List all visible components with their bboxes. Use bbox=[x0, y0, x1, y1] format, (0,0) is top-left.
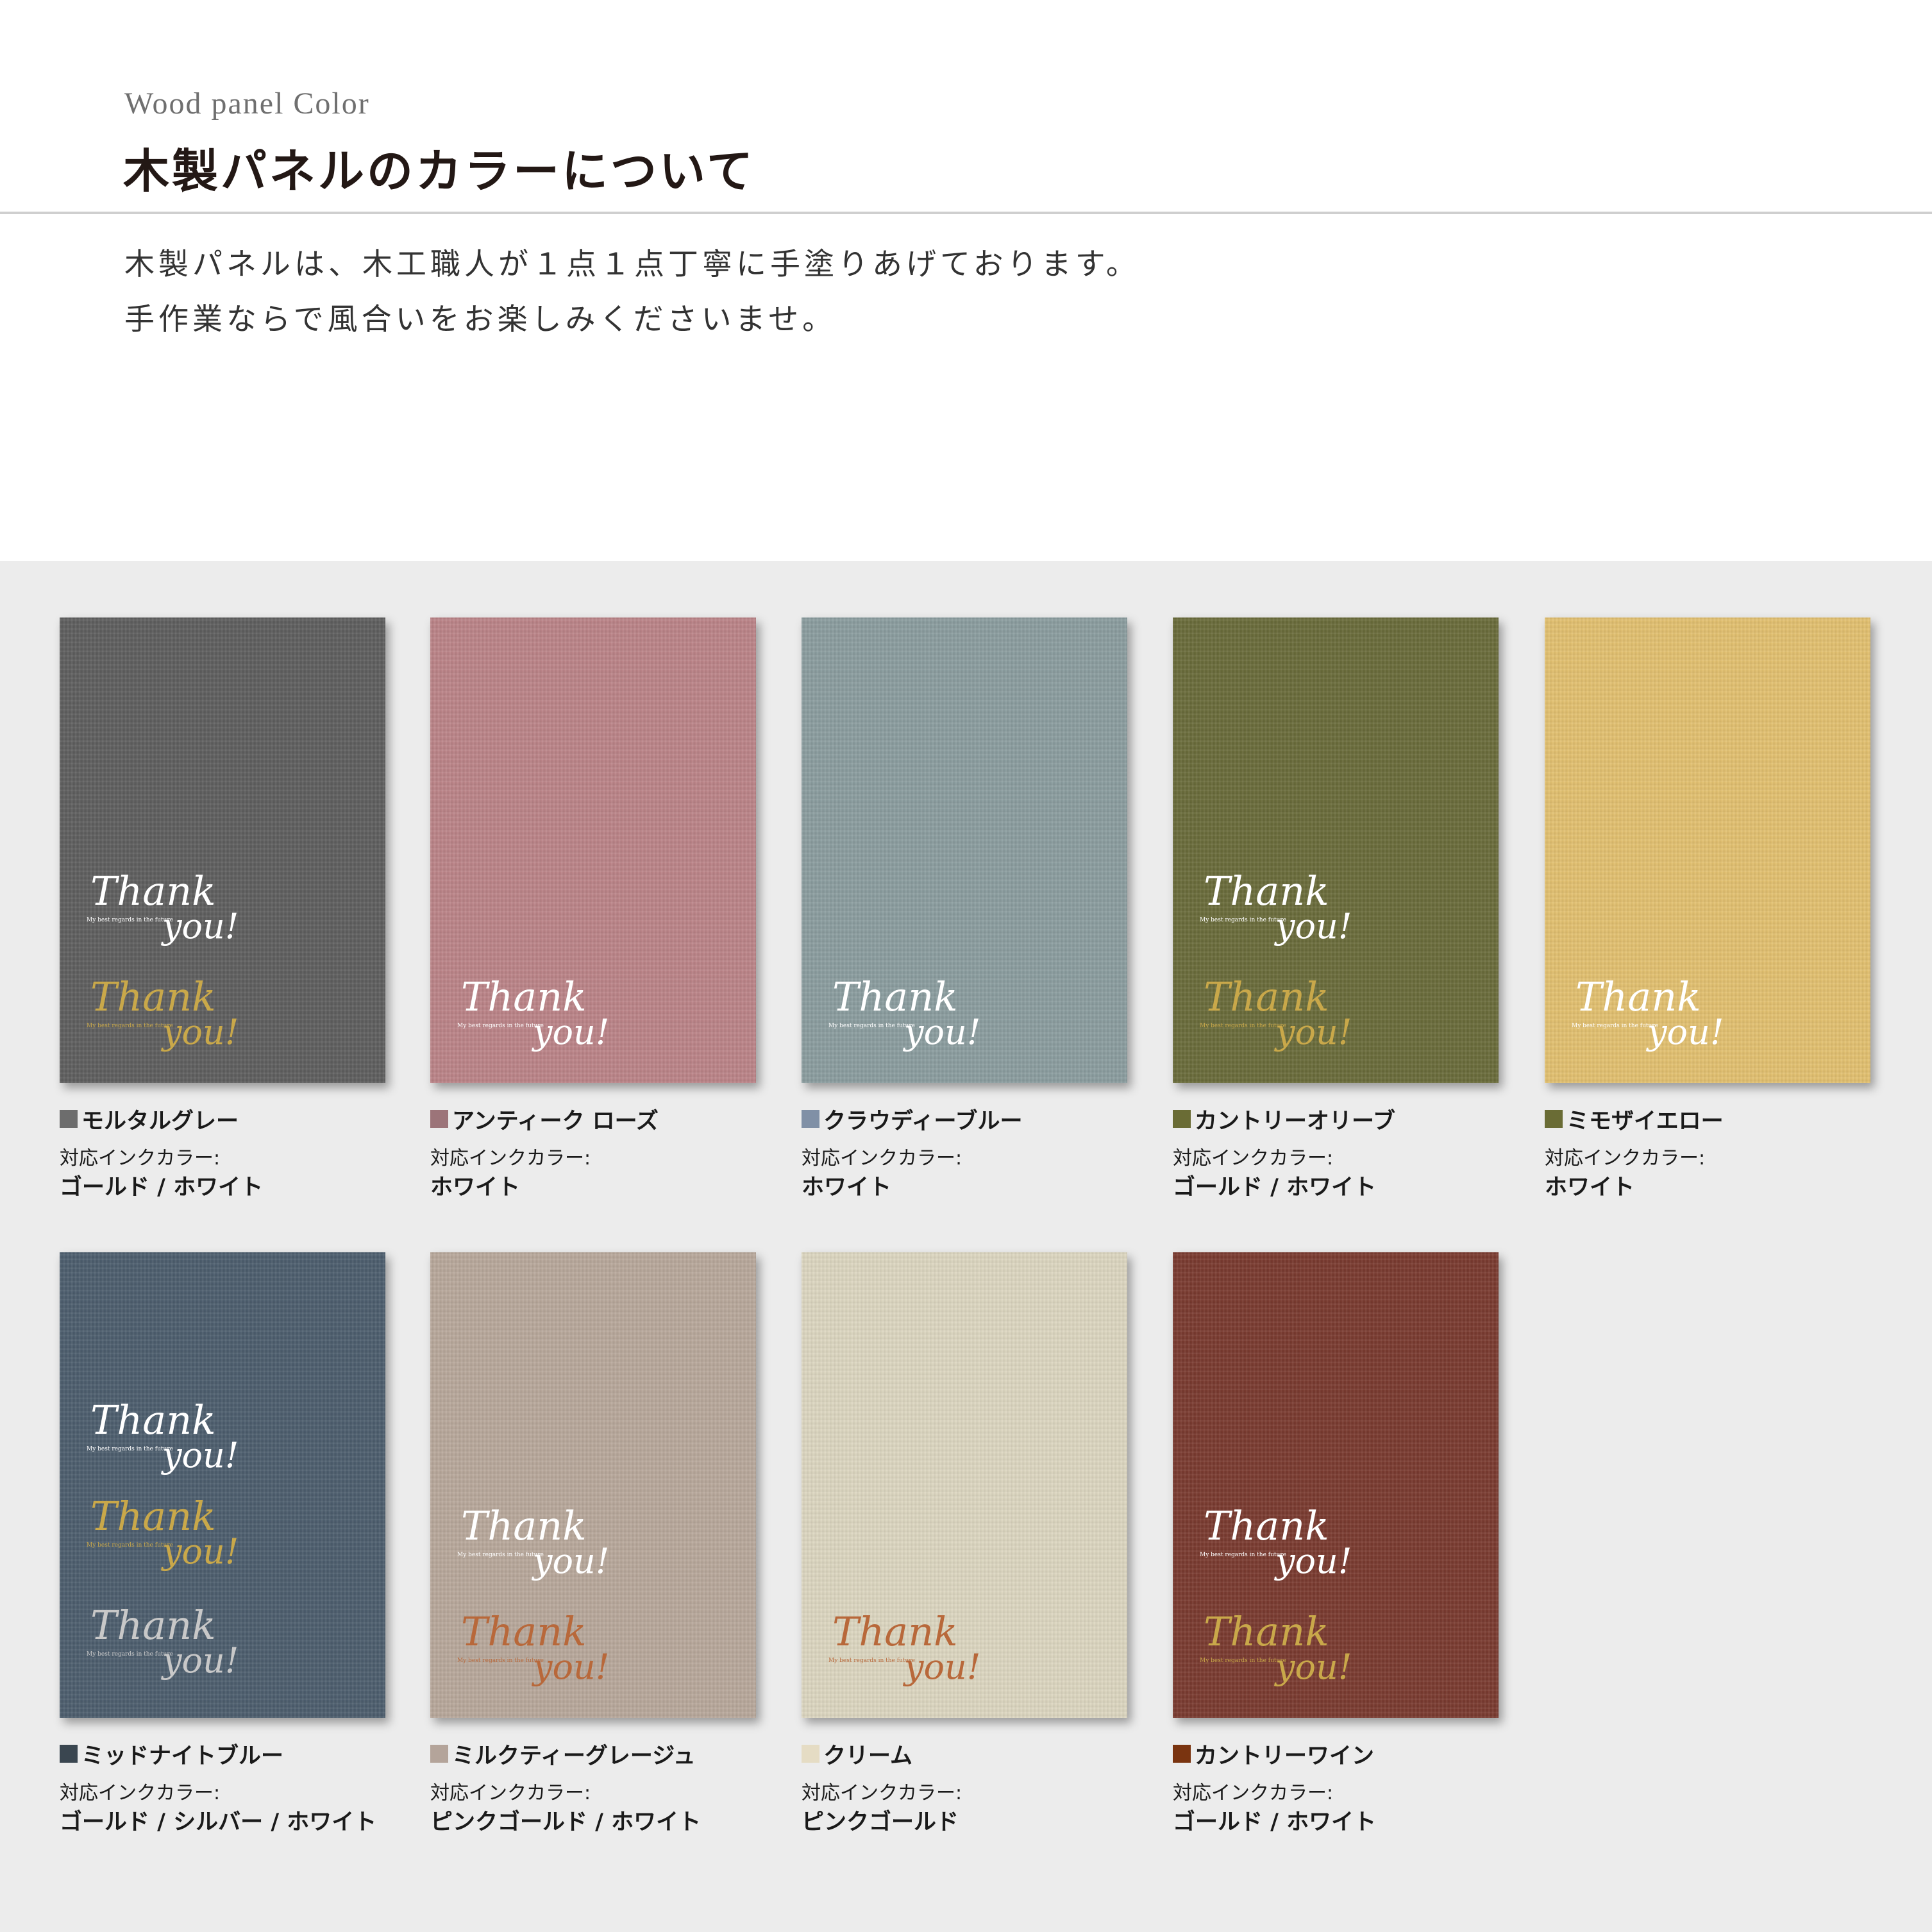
ink-color-values: ゴールド / ホワイト bbox=[1173, 1175, 1377, 1200]
wood-panel-image: Thank you! My best regards in the future Th… bbox=[430, 1252, 756, 1718]
ink-color-label: 対応インクカラー: bbox=[1173, 1147, 1334, 1170]
section-subtitle: Wood panel Color bbox=[124, 87, 370, 121]
description-line: 手作業ならで風合いをお楽しみくださいませ。 bbox=[124, 302, 837, 337]
ink-color-values: ピンクゴールド bbox=[802, 1810, 959, 1835]
color-swatch bbox=[430, 1110, 448, 1128]
thank-you-print: Thank you! My best regards in the future bbox=[456, 973, 623, 1057]
thank-you-print: Thank you! My best regards in the future bbox=[456, 1502, 623, 1586]
thank-you-print: Thank you! My best regards in the future bbox=[827, 973, 994, 1057]
wood-panel-image: Thank you! My best regards in the future bbox=[1545, 617, 1870, 1083]
color-name: カントリーオリーブ bbox=[1195, 1108, 1395, 1134]
ink-color-label: 対応インクカラー: bbox=[60, 1147, 221, 1170]
color-name: ミッドナイトブルー bbox=[81, 1743, 284, 1769]
wood-panel-image: Thank you! My best regards in the future bbox=[802, 617, 1127, 1083]
ink-color-values: ホワイト bbox=[802, 1175, 892, 1200]
svg-text:My best regards in the future: My best regards in the future bbox=[457, 1658, 544, 1664]
svg-text:My best regards in the future: My best regards in the future bbox=[1200, 1552, 1286, 1558]
ink-color-values: ホワイト bbox=[430, 1175, 521, 1200]
svg-text:you!: you! bbox=[1274, 1541, 1352, 1581]
thank-you-print: Thank you! My best regards in the future bbox=[1198, 973, 1365, 1057]
svg-text:you!: you! bbox=[161, 1435, 239, 1475]
svg-text:My best regards in the future: My best regards in the future bbox=[1200, 917, 1286, 923]
svg-text:you!: you! bbox=[1274, 1647, 1352, 1687]
color-name: ミルクティーグレージュ bbox=[452, 1743, 696, 1769]
thank-you-print: Thank you! My best regards in the future bbox=[85, 868, 252, 951]
color-name: アンティーク ローズ bbox=[452, 1108, 659, 1134]
color-swatch bbox=[60, 1110, 78, 1128]
thank-you-print: Thank you! My best regards in the future bbox=[1198, 1502, 1365, 1586]
svg-text:My best regards in the future: My best regards in the future bbox=[87, 1023, 173, 1029]
description-line: 木製パネルは、木工職人が１点１点丁寧に手塗りあげております。 bbox=[124, 247, 1140, 282]
thank-you-print: Thank you! My best regards in the future bbox=[456, 1608, 623, 1692]
svg-text:you!: you! bbox=[1274, 906, 1352, 946]
ink-color-values: ゴールド / ホワイト bbox=[1173, 1810, 1377, 1835]
ink-color-label: 対応インクカラー: bbox=[1545, 1147, 1706, 1170]
ink-color-label: 対応インクカラー: bbox=[430, 1147, 591, 1170]
svg-text:you!: you! bbox=[903, 1647, 981, 1687]
thank-you-print: Thank you! My best regards in the future bbox=[85, 1397, 252, 1480]
svg-text:My best regards in the future: My best regards in the future bbox=[87, 1542, 173, 1549]
ink-color-label: 対応インクカラー: bbox=[802, 1782, 962, 1804]
divider bbox=[0, 212, 1932, 214]
svg-text:My best regards in the future: My best regards in the future bbox=[1572, 1023, 1658, 1029]
color-swatch bbox=[802, 1745, 819, 1763]
wood-panel-image: Thank you! My best regards in the future Th… bbox=[60, 617, 385, 1083]
svg-text:you!: you! bbox=[1274, 1012, 1352, 1052]
color-name: クリーム bbox=[823, 1743, 912, 1769]
color-name: クラウディーブルー bbox=[823, 1108, 1023, 1134]
thank-you-print: Thank you! My best regards in the future bbox=[85, 1493, 252, 1576]
color-swatch bbox=[60, 1745, 78, 1763]
header: Wood panel Color 木製パネルのカラーについて 木製パネルは、木工… bbox=[0, 0, 1932, 561]
svg-text:My best regards in the future: My best regards in the future bbox=[457, 1023, 544, 1029]
description: 木製パネルは、木工職人が１点１点丁寧に手塗りあげております。 手作業ならで風合い… bbox=[124, 237, 1140, 348]
svg-text:My best regards in the future: My best regards in the future bbox=[1200, 1023, 1286, 1029]
ink-color-label: 対応インクカラー: bbox=[1173, 1782, 1334, 1804]
thank-you-print: Thank you! My best regards in the future bbox=[85, 1602, 252, 1685]
svg-text:My best regards in the future: My best regards in the future bbox=[87, 1651, 173, 1658]
color-name: ミモザイエロー bbox=[1567, 1108, 1724, 1134]
svg-text:you!: you! bbox=[161, 1012, 239, 1052]
svg-text:you!: you! bbox=[532, 1012, 610, 1052]
color-swatch bbox=[1173, 1110, 1191, 1128]
color-swatch bbox=[802, 1110, 819, 1128]
thank-you-print: Thank you! My best regards in the future bbox=[85, 973, 252, 1057]
wood-panel-image: Thank you! My best regards in the future Th… bbox=[1173, 617, 1499, 1083]
thank-you-print: Thank you! My best regards in the future bbox=[827, 1608, 994, 1692]
svg-text:you!: you! bbox=[1646, 1012, 1724, 1052]
wood-panel-image: Thank you! My best regards in the future Th… bbox=[60, 1252, 385, 1718]
color-swatch bbox=[1173, 1745, 1191, 1763]
svg-text:you!: you! bbox=[532, 1647, 610, 1687]
ink-color-label: 対応インクカラー: bbox=[60, 1782, 221, 1804]
svg-text:My best regards in the future: My best regards in the future bbox=[828, 1658, 915, 1664]
color-swatch bbox=[1545, 1110, 1563, 1128]
svg-text:My best regards in the future: My best regards in the future bbox=[828, 1023, 915, 1029]
thank-you-print: Thank you! My best regards in the future bbox=[1570, 973, 1737, 1057]
wood-panel-image: Thank you! My best regards in the future bbox=[802, 1252, 1127, 1718]
color-name: モルタルグレー bbox=[81, 1108, 239, 1134]
page-title: 木製パネルのカラーについて bbox=[123, 144, 755, 198]
ink-color-values: ピンクゴールド / ホワイト bbox=[430, 1810, 701, 1835]
ink-color-values: ゴールド / ホワイト bbox=[60, 1175, 264, 1200]
svg-text:My best regards in the future: My best regards in the future bbox=[87, 917, 173, 923]
wood-panel-image: Thank you! My best regards in the future bbox=[430, 617, 756, 1083]
color-swatch bbox=[430, 1745, 448, 1763]
svg-text:My best regards in the future: My best regards in the future bbox=[87, 1446, 173, 1452]
svg-text:you!: you! bbox=[161, 1640, 239, 1681]
thank-you-print: Thank you! My best regards in the future bbox=[1198, 1608, 1365, 1692]
svg-text:you!: you! bbox=[161, 906, 239, 946]
svg-text:you!: you! bbox=[532, 1541, 610, 1581]
svg-text:My best regards in the future: My best regards in the future bbox=[1200, 1658, 1286, 1664]
ink-color-values: ホワイト bbox=[1545, 1175, 1635, 1200]
ink-color-label: 対応インクカラー: bbox=[802, 1147, 962, 1170]
ink-color-label: 対応インクカラー: bbox=[430, 1782, 591, 1804]
thank-you-print: Thank you! My best regards in the future bbox=[1198, 868, 1365, 951]
svg-text:My best regards in the future: My best regards in the future bbox=[457, 1552, 544, 1558]
svg-text:you!: you! bbox=[903, 1012, 981, 1052]
color-name: カントリーワイン bbox=[1195, 1743, 1375, 1769]
svg-text:you!: you! bbox=[161, 1531, 239, 1572]
wood-panel-image: Thank you! My best regards in the future Th… bbox=[1173, 1252, 1499, 1718]
ink-color-values: ゴールド / シルバー / ホワイト bbox=[60, 1810, 377, 1835]
